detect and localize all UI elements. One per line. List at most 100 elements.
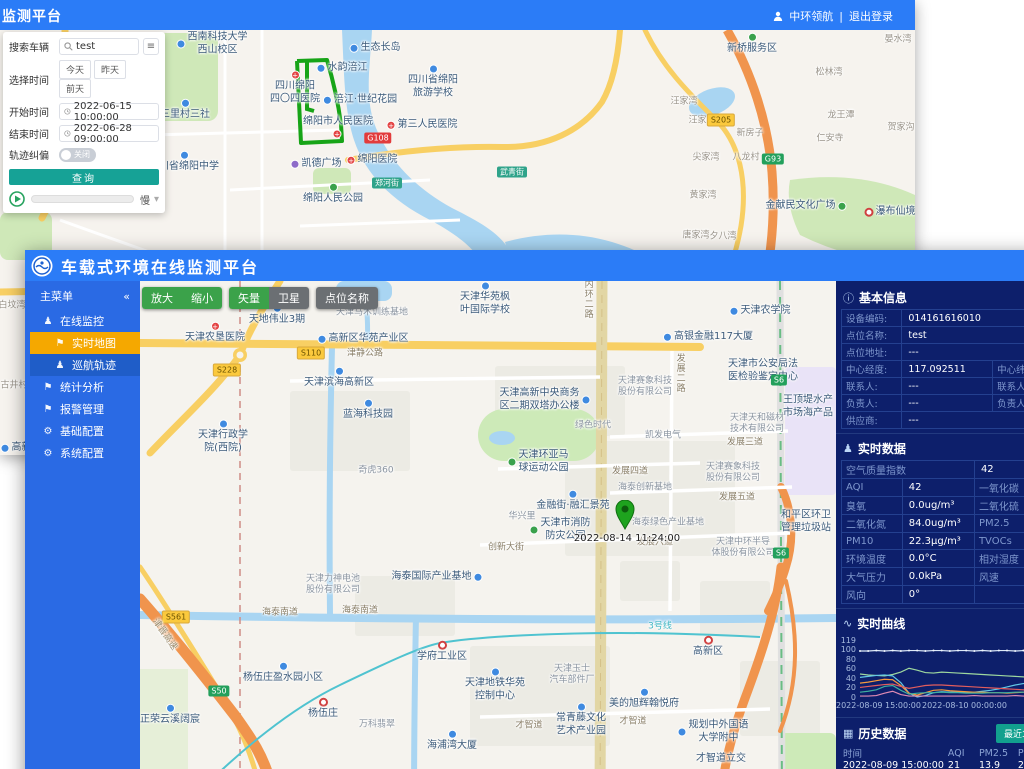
- play-button[interactable]: [9, 191, 25, 207]
- end-time-value: 2022-06-28 09:00:00: [74, 123, 154, 145]
- end-time-input[interactable]: 2022-06-28 09:00:00: [59, 125, 159, 142]
- info-row: 联系人:---联系人电话:: [842, 378, 1024, 395]
- search-panel: 搜索车辆 test ≡ 选择时间 今天昨天前天 开始时间 2022-06-15 …: [3, 32, 165, 213]
- data-panel: ⓘ 基本信息 设备编码:014161616010点位名称:test点位地址:---…: [836, 281, 1024, 769]
- menu-label: 统计分析: [60, 379, 104, 395]
- info-row: 点位地址:---: [842, 344, 1024, 361]
- clock-icon: [64, 107, 71, 116]
- realtime-row: 空气质量指数42: [842, 461, 1024, 479]
- user-icon: [773, 11, 783, 21]
- history-col-AQI: AQI: [946, 746, 977, 760]
- realtime-curve-chart: 1191008060402002022-08-09 15:00:002022-0…: [836, 637, 1024, 713]
- info-section-title: 基本信息: [859, 289, 907, 306]
- info-icon: ⓘ: [843, 290, 854, 306]
- map-controls: 放大缩小矢量卫星点位名称: [142, 287, 378, 309]
- sidebar-item-系统配置[interactable]: ⚙系统配置: [30, 442, 140, 464]
- toggle-knob: [61, 150, 71, 160]
- realtime-row: 臭氧0.0ug/m³二氧化硫: [842, 497, 1024, 515]
- chart-y-tick: 119: [836, 636, 856, 645]
- sidebar-item-在线监控[interactable]: ♟ 在线监控: [30, 310, 140, 332]
- menu-label: 在线监控: [60, 313, 104, 329]
- menu-icon: ♟: [54, 360, 66, 371]
- user-name[interactable]: 中环领航: [789, 8, 833, 24]
- info-row: 中心经度:117.092511中心纬度:: [842, 361, 1024, 378]
- realtime-row: PM1022.3μg/m³TVOCs: [842, 533, 1024, 550]
- time-quick-button[interactable]: 今天: [59, 60, 91, 79]
- realtime-section-title: 实时数据: [858, 440, 906, 457]
- logout-link[interactable]: 退出登录: [849, 8, 893, 24]
- chart-x-tick: 2022-08-10 00:00:00: [922, 701, 1007, 710]
- history-icon: ▦: [843, 727, 853, 740]
- app-logo: [31, 255, 53, 277]
- foreground-window: 车载式环境在线监测平台 主菜单 « ♟ 在线监控 ⚑ 实时地图 ♟巡航轨迹 ⚑ 统计分析 ⚑报…: [25, 250, 1024, 769]
- map-button-放大[interactable]: 放大: [142, 287, 182, 309]
- clock-icon: [64, 129, 71, 138]
- vehicle-search-value: test: [76, 41, 95, 52]
- sidebar-collapse-icon[interactable]: «: [123, 290, 130, 303]
- menu-label: 实时地图: [72, 335, 116, 351]
- chevron-down-icon: ▾: [154, 194, 159, 205]
- time-select-label: 选择时间: [9, 72, 55, 87]
- menu-icon: ⚑: [42, 382, 54, 393]
- chart-y-tick: 80: [836, 655, 856, 664]
- header-divider: |: [839, 10, 843, 23]
- start-time-value: 2022-06-15 10:00:00: [74, 101, 154, 123]
- basic-info-table: 设备编码:014161616010点位名称:test点位地址:---中心经度:1…: [841, 309, 1024, 429]
- realtime-row: 风向0°: [842, 586, 1024, 604]
- time-quick-button[interactable]: 前天: [59, 79, 91, 98]
- chart-y-tick: 60: [836, 664, 856, 673]
- sidebar-item-报警管理[interactable]: ⚑报警管理: [30, 398, 140, 420]
- speed-value: 慢: [140, 192, 150, 207]
- sidebar: 主菜单 « ♟在线监控⚑实时地图♟巡航轨迹⚑统计分析⚑报警管理⚙基础配置⚙系统配…: [30, 281, 140, 769]
- curve-section-title: 实时曲线: [857, 615, 905, 632]
- speed-select[interactable]: 慢 ▾: [140, 192, 159, 207]
- chart-y-tick: 100: [836, 645, 856, 654]
- menu-icon: ♟: [42, 316, 54, 327]
- history-col-时间: 时间: [841, 746, 946, 760]
- sidebar-item-实时地图[interactable]: ⚑ 实时地图: [30, 332, 140, 354]
- last-hour-button[interactable]: 最近1小时: [996, 724, 1024, 743]
- vehicle-list-button[interactable]: ≡: [143, 38, 159, 55]
- end-time-label: 结束时间: [9, 126, 55, 141]
- time-quick-buttons: 今天昨天前天: [59, 60, 159, 98]
- info-row: 点位名称:test: [842, 327, 1024, 344]
- history-col-PM2.5: PM2.5: [977, 746, 1016, 760]
- map-button-点位名称[interactable]: 点位名称: [316, 287, 378, 309]
- history-section-title: 历史数据: [858, 725, 906, 742]
- sidebar-title: 主菜单: [40, 288, 73, 304]
- start-time-label: 开始时间: [9, 104, 55, 119]
- sidebar-item-基础配置[interactable]: ⚙基础配置: [30, 420, 140, 442]
- history-data-table: 时间AQIPM2.5PM102022-08-09 15:00:002113.92…: [841, 746, 1024, 769]
- info-row: 供应商:---: [842, 412, 1024, 429]
- menu-icon: ⚑: [54, 338, 66, 349]
- menu-label: 基础配置: [60, 423, 104, 439]
- map-button-缩小[interactable]: 缩小: [182, 287, 222, 309]
- track-correction-toggle[interactable]: 关闭: [59, 148, 96, 162]
- sidebar-menu: ♟在线监控⚑实时地图♟巡航轨迹⚑统计分析⚑报警管理⚙基础配置⚙系统配置: [30, 310, 140, 464]
- realtime-row: 大气压力0.0kPa风速: [842, 568, 1024, 586]
- info-row: 设备编码:014161616010: [842, 310, 1024, 327]
- bg-window-header: 监测平台 中环领航 | 退出登录: [0, 0, 915, 30]
- fg-window-title: 车载式环境在线监测平台: [61, 254, 259, 278]
- menu-icon: ⚙: [42, 448, 54, 459]
- map-button-矢量[interactable]: 矢量: [229, 287, 269, 309]
- menu-icon: ⚑: [42, 404, 54, 415]
- foreground-map[interactable]: +天津农垦医院天地伟业3期天津马术训练基地天津华苑枫 叶国际学校内环二路天津农学…: [140, 281, 836, 769]
- start-time-input[interactable]: 2022-06-15 10:00:00: [59, 103, 159, 120]
- time-quick-button[interactable]: 昨天: [94, 60, 126, 79]
- realtime-icon: ♟: [843, 442, 853, 455]
- fg-window-header: 车载式环境在线监测平台: [25, 250, 1024, 281]
- search-icon: [64, 42, 73, 51]
- realtime-row: AQI42一氧化碳: [842, 479, 1024, 497]
- realtime-row: 二氧化氮84.0ug/m³PM2.5: [842, 515, 1024, 533]
- playback-slider[interactable]: [31, 195, 134, 203]
- fg-map-canvas: [140, 281, 836, 769]
- vehicle-search-input[interactable]: test: [59, 38, 139, 55]
- map-button-卫星[interactable]: 卫星: [269, 287, 309, 309]
- sidebar-item-巡航轨迹[interactable]: ♟巡航轨迹: [30, 354, 140, 376]
- realtime-data-table: 空气质量指数42AQI42一氧化碳臭氧0.0ug/m³二氧化硫二氧化氮84.0u…: [841, 460, 1024, 604]
- query-button[interactable]: 查询: [9, 169, 159, 185]
- realtime-row: 环境温度0.0°C相对湿度: [842, 550, 1024, 568]
- screen: { "colors": { "header_blue": "#2b7cf7", …: [0, 0, 1024, 769]
- sidebar-item-统计分析[interactable]: ⚑ 统计分析: [30, 376, 140, 398]
